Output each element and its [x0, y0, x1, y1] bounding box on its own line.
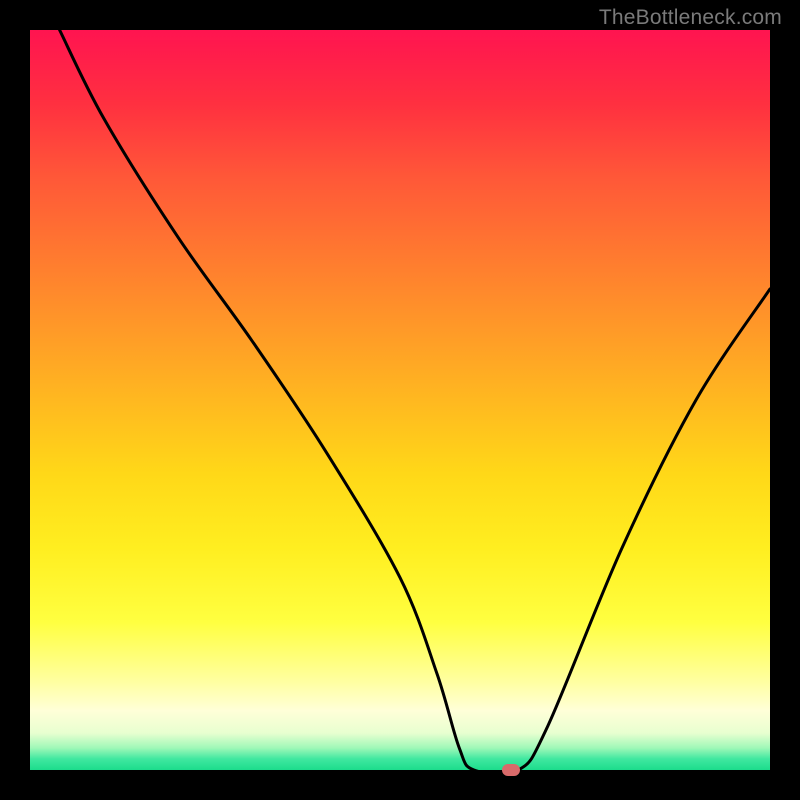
chart-frame: TheBottleneck.com	[0, 0, 800, 800]
curve-path	[60, 30, 770, 770]
minimum-marker	[502, 764, 520, 776]
watermark-text: TheBottleneck.com	[599, 6, 782, 30]
plot-area	[30, 30, 770, 770]
curve-svg	[30, 30, 770, 770]
